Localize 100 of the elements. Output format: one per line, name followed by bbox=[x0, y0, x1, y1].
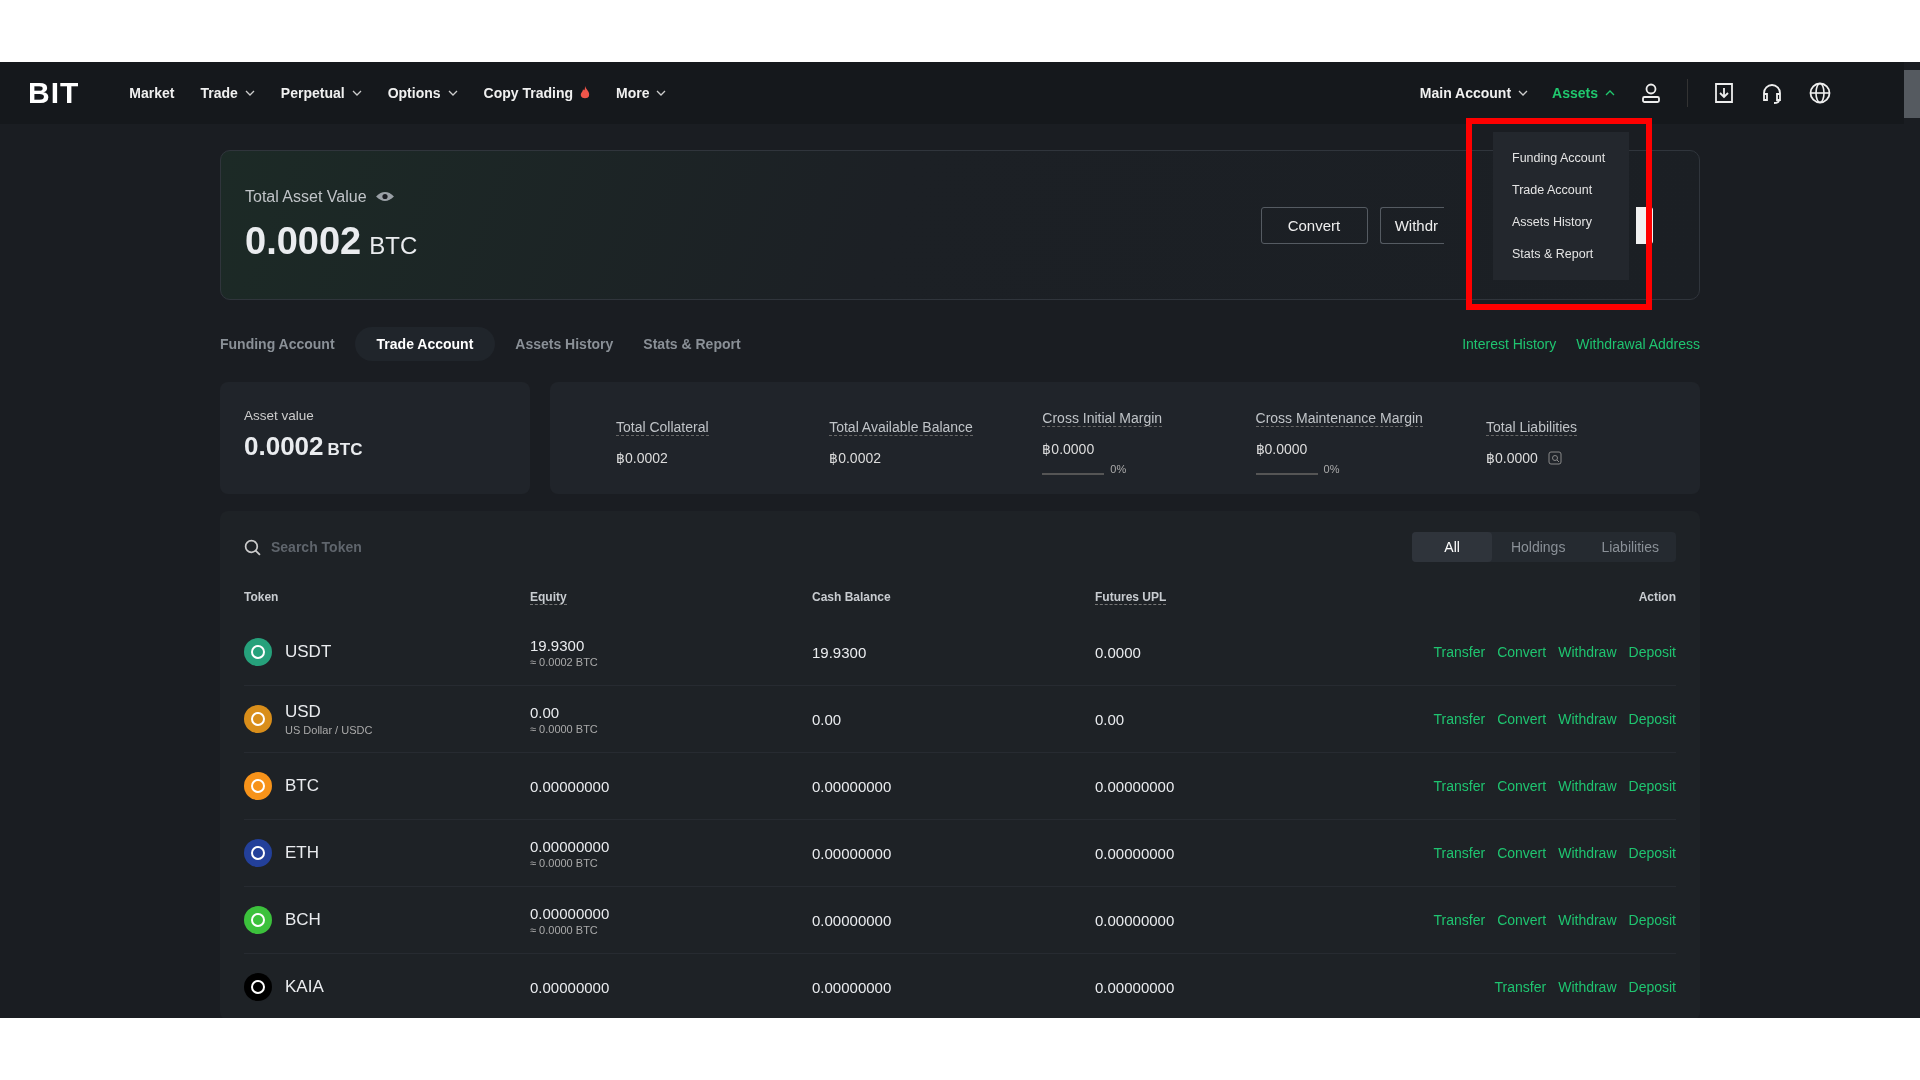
dropdown-item[interactable]: Assets History bbox=[1493, 206, 1629, 238]
table-cell: 0.00000000 bbox=[530, 777, 610, 795]
table-cell: 0.00 bbox=[1095, 710, 1125, 728]
margin-percent: 0% bbox=[1110, 462, 1127, 475]
action-link[interactable]: Transfer bbox=[1494, 979, 1547, 995]
asset-value-label: Asset value bbox=[244, 408, 315, 423]
assets-menu[interactable]: Assets bbox=[1552, 85, 1615, 101]
table-cell: 0.00 bbox=[812, 710, 842, 728]
search-field[interactable]: Search Token bbox=[269, 538, 523, 556]
dropdown-item[interactable]: Funding Account bbox=[1493, 142, 1629, 174]
chevron-down-icon bbox=[1518, 90, 1529, 96]
metric-label: Total Liabilities bbox=[1486, 418, 1578, 436]
dropdown-item[interactable]: Trade Account bbox=[1493, 174, 1629, 206]
action-link[interactable]: Convert bbox=[1497, 845, 1547, 861]
metric-value: ฿0.0002 bbox=[616, 449, 668, 466]
token-name: ETH bbox=[285, 843, 319, 863]
download-icon[interactable] bbox=[1712, 81, 1736, 105]
search-icon bbox=[244, 538, 261, 556]
metric-label: Total Collateral bbox=[616, 418, 709, 436]
action-link[interactable]: Transfer bbox=[1433, 711, 1486, 727]
metric-label: Cross Initial Margin bbox=[1042, 409, 1163, 427]
token-name: BCH bbox=[285, 910, 321, 930]
action-link[interactable]: Deposit bbox=[1628, 778, 1676, 794]
action-link[interactable]: Deposit bbox=[1628, 912, 1676, 928]
headset-icon[interactable] bbox=[1760, 81, 1784, 105]
account-tab[interactable]: Stats & Report bbox=[633, 327, 751, 361]
action-link[interactable]: Withdraw bbox=[1558, 979, 1617, 995]
token-name: USD bbox=[285, 702, 321, 722]
outline-button[interactable]: Convert bbox=[1260, 206, 1368, 244]
action-link[interactable]: Transfer bbox=[1433, 912, 1486, 928]
nav-menu-item[interactable]: Perpetual bbox=[280, 85, 362, 101]
action-link[interactable]: Convert bbox=[1497, 778, 1547, 794]
account-tab[interactable]: Funding Account bbox=[220, 327, 345, 361]
eye-icon[interactable] bbox=[374, 190, 395, 203]
action-link[interactable]: Transfer bbox=[1433, 778, 1486, 794]
action-link[interactable]: Transfer bbox=[1433, 644, 1486, 660]
metric-value: ฿0.0002 bbox=[829, 449, 881, 466]
action-link[interactable]: Convert bbox=[1497, 711, 1547, 727]
action-link[interactable]: Deposit bbox=[1628, 711, 1676, 727]
btc-equivalent: ≈ 0.0000 BTC bbox=[530, 856, 598, 869]
search-icon[interactable] bbox=[1547, 450, 1562, 465]
logo[interactable]: BIT bbox=[28, 76, 80, 110]
table-cell: 0.00000000 bbox=[1095, 911, 1175, 929]
table-cell: 19.9300 bbox=[812, 643, 867, 661]
table-cell: 0.00000000 bbox=[530, 904, 610, 922]
btc-equivalent: ≈ 0.0002 BTC bbox=[530, 655, 598, 668]
column-header: Cash Balance bbox=[812, 590, 891, 604]
btc-equivalent: ≈ 0.0000 BTC bbox=[530, 722, 598, 735]
action-link[interactable]: Withdraw bbox=[1558, 912, 1617, 928]
total-value: 0.0002 bbox=[245, 219, 362, 263]
nav-menu-item[interactable]: Market bbox=[129, 85, 175, 101]
filter-tab[interactable]: Holdings bbox=[1493, 532, 1583, 562]
globe-icon[interactable] bbox=[1808, 81, 1832, 105]
nav-menu-item[interactable]: Copy Trading bbox=[483, 85, 590, 101]
metric-value: ฿0.0000 bbox=[1486, 449, 1538, 466]
action-link[interactable]: Withdraw bbox=[1558, 778, 1617, 794]
flame-icon bbox=[580, 86, 590, 100]
action-link[interactable]: Withdraw bbox=[1558, 644, 1617, 660]
account-menu[interactable]: Main Account bbox=[1419, 85, 1529, 101]
dropdown-item[interactable]: Stats & Report bbox=[1493, 238, 1629, 270]
nav-menu-item[interactable]: More bbox=[616, 85, 667, 101]
column-header: Equity bbox=[530, 589, 567, 605]
column-header: Action bbox=[1638, 590, 1676, 604]
chevron-down-icon bbox=[447, 90, 458, 96]
table-cell: 0.00000000 bbox=[1095, 777, 1175, 795]
table-cell: 0.00000000 bbox=[812, 777, 892, 795]
chevron-up-icon bbox=[1605, 90, 1615, 96]
action-link[interactable]: Deposit bbox=[1628, 979, 1676, 995]
token-name: BTC bbox=[285, 776, 319, 796]
account-tab[interactable]: Assets History bbox=[505, 327, 624, 361]
user-icon[interactable] bbox=[1639, 81, 1663, 105]
table-cell: 0.00 bbox=[530, 703, 560, 721]
table-cell: 19.9300 bbox=[530, 636, 585, 654]
table-cell: 0.00000000 bbox=[530, 837, 610, 855]
action-link[interactable]: Convert bbox=[1497, 644, 1547, 660]
action-link[interactable]: Deposit bbox=[1628, 845, 1676, 861]
metric-value: ฿0.0000 bbox=[1042, 440, 1095, 457]
card-title: Total Asset Value bbox=[245, 187, 367, 206]
action-link[interactable]: Deposit bbox=[1628, 644, 1676, 660]
outline-button[interactable]: Withdr bbox=[1379, 206, 1444, 244]
table-cell: 0.00000000 bbox=[812, 911, 892, 929]
table-cell: 0.00000000 bbox=[530, 978, 610, 996]
action-link[interactable]: Convert bbox=[1497, 912, 1547, 928]
action-link[interactable]: Withdraw bbox=[1558, 845, 1617, 861]
action-link[interactable]: Withdraw bbox=[1558, 711, 1617, 727]
link[interactable]: Withdrawal Address bbox=[1576, 336, 1700, 352]
filter-tab[interactable]: All bbox=[1412, 532, 1492, 562]
asset-value: 0.0002 bbox=[244, 431, 324, 461]
action-link[interactable]: Transfer bbox=[1433, 845, 1486, 861]
link[interactable]: Interest History bbox=[1462, 336, 1557, 352]
account-tab[interactable]: Trade Account bbox=[354, 327, 496, 361]
table-cell: 0.00000000 bbox=[812, 978, 892, 996]
chevron-down-icon bbox=[656, 90, 667, 96]
chevron-down-icon bbox=[351, 90, 362, 96]
filter-tab[interactable]: Liabilities bbox=[1584, 532, 1676, 562]
metric-label: Cross Maintenance Margin bbox=[1255, 409, 1423, 427]
nav-menu-item[interactable]: Options bbox=[387, 85, 458, 101]
nav-menu-item[interactable]: Trade bbox=[200, 85, 255, 101]
token-name: USDT bbox=[285, 642, 332, 662]
column-header: Futures UPL bbox=[1095, 589, 1167, 605]
